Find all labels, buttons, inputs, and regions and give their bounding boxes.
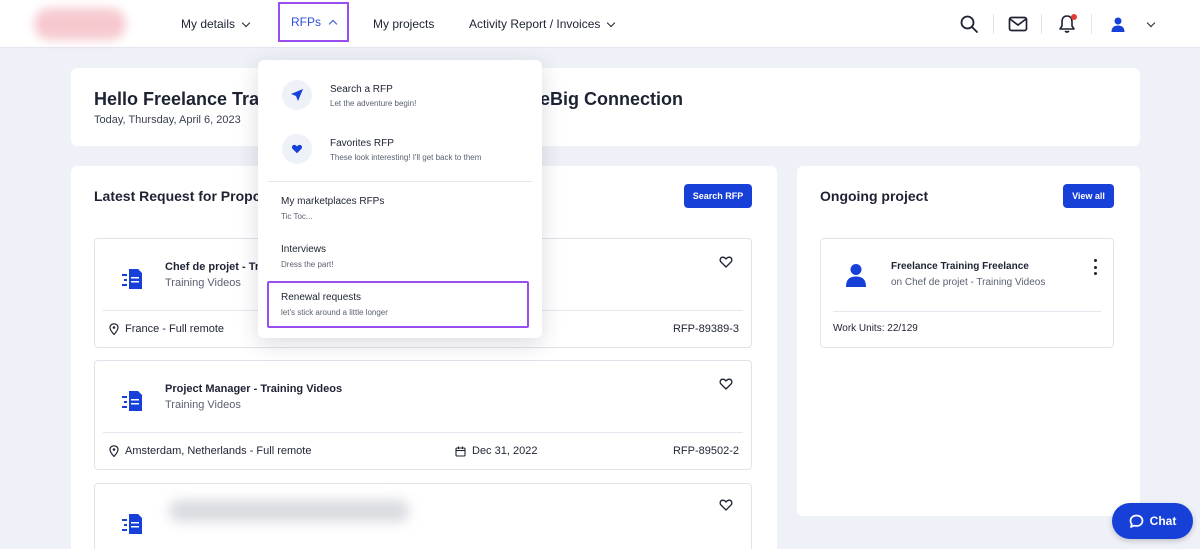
nav-activity-report-label: Activity Report / Invoices <box>469 17 601 31</box>
divider <box>1041 14 1042 34</box>
redacted-title <box>169 500 409 522</box>
welcome-date: Today, Thursday, April 6, 2023 <box>94 114 241 126</box>
dropdown-item-subtitle: Let the adventure begin! <box>330 99 417 108</box>
rfp-list-item[interactable] <box>94 483 752 549</box>
divider <box>1091 14 1092 34</box>
rfp-location: Amsterdam, Netherlands - Full remote <box>109 445 311 457</box>
chat-button[interactable]: Chat <box>1112 503 1193 539</box>
latest-rfp-title: Latest Request for Propo <box>94 188 262 204</box>
rfp-location-label: Amsterdam, Netherlands - Full remote <box>125 445 312 457</box>
rfp-reference: RFP-89502-2 <box>672 445 739 457</box>
nav-rfps[interactable]: RFPs <box>278 2 349 42</box>
rfp-location-label: France - Full remote <box>125 323 225 335</box>
dropdown-item-title: Interviews <box>281 244 327 255</box>
ongoing-project-card[interactable]: Freelance Training Freelance on Chef de … <box>820 238 1114 348</box>
rfp-reference: RFP-89389-3 <box>672 323 739 335</box>
project-title[interactable]: Freelance Training Freelance <box>891 261 1029 272</box>
dropdown-item-subtitle: Dress the part! <box>281 260 334 269</box>
user-menu[interactable] <box>1110 12 1156 36</box>
send-icon <box>282 80 312 110</box>
nav-my-details-label: My details <box>181 17 236 31</box>
heart-icon <box>282 134 312 164</box>
divider <box>268 181 532 182</box>
rfp-date-label: Dec 31, 2022 <box>472 445 538 457</box>
dropdown-item-subtitle: These look interesting! I'll get back to… <box>330 153 482 162</box>
chevron-down-icon <box>607 18 616 27</box>
bell-icon[interactable] <box>1055 12 1079 36</box>
rfp-subtitle: Training Videos <box>165 399 241 411</box>
document-icon <box>122 514 142 534</box>
welcome-title: Hello Freelance Tra <box>94 89 260 109</box>
rfp-location: France - Full remote <box>109 323 224 335</box>
rfp-date: Dec 31, 2022 <box>455 445 537 457</box>
view-all-button[interactable]: View all <box>1063 184 1114 208</box>
more-options-icon[interactable] <box>1091 259 1099 275</box>
heart-icon[interactable] <box>719 498 733 512</box>
chat-button-label: Chat <box>1149 514 1177 528</box>
calendar-icon <box>455 446 466 457</box>
nav-activity-report[interactable]: Activity Report / Invoices <box>469 0 616 48</box>
dropdown-item-marketplaces-rfps[interactable]: My marketplaces RFPs Tic Toc... <box>258 188 542 228</box>
dropdown-item-subtitle: Tic Toc... <box>281 212 313 221</box>
nav-my-projects-label: My projects <box>373 17 435 31</box>
user-icon <box>1111 17 1125 32</box>
dropdown-item-interviews[interactable]: Interviews Dress the part! <box>258 236 542 276</box>
divider <box>833 311 1101 312</box>
top-navigation-bar: My details RFPs My projects Activity Rep… <box>0 0 1200 48</box>
rfp-title[interactable]: Chef de projet - Tr <box>165 261 259 273</box>
location-pin-icon <box>109 445 119 457</box>
chat-bubble-icon <box>1129 514 1144 528</box>
divider <box>993 14 994 34</box>
ongoing-project-title: Ongoing project <box>820 188 929 204</box>
chevron-up-icon <box>328 19 338 28</box>
nav-my-projects[interactable]: My projects <box>373 0 434 48</box>
rfp-title[interactable]: Project Manager - Training Videos <box>165 383 342 395</box>
location-pin-icon <box>109 323 119 335</box>
dropdown-item-title: Favorites RFP <box>330 138 394 149</box>
document-icon <box>122 269 142 289</box>
nav-rfps-label: RFPs <box>291 15 321 29</box>
renewal-requests-highlight <box>267 281 529 328</box>
nav-my-details[interactable]: My details <box>181 0 251 48</box>
document-icon <box>122 391 142 411</box>
search-icon[interactable] <box>957 12 981 36</box>
chevron-down-icon <box>241 18 251 27</box>
dropdown-item-title: Search a RFP <box>330 84 393 95</box>
rfp-list-item[interactable]: Project Manager - Training Videos Traini… <box>94 360 752 470</box>
dropdown-item-search-rfp[interactable]: Search a RFP Let the adventure begin! <box>258 74 542 118</box>
user-icon <box>846 264 866 287</box>
dropdown-item-favorites-rfp[interactable]: Favorites RFP These look interesting! I'… <box>258 130 542 174</box>
search-rfp-button[interactable]: Search RFP <box>684 184 752 208</box>
heart-icon[interactable] <box>719 255 733 269</box>
heart-icon[interactable] <box>719 377 733 391</box>
dropdown-item-title: My marketplaces RFPs <box>281 196 385 207</box>
work-units: Work Units: 22/129 <box>833 323 918 334</box>
notification-dot <box>1071 14 1077 20</box>
divider <box>103 432 743 433</box>
company-logo[interactable] <box>34 8 126 40</box>
welcome-title-end: eBig Connection <box>540 89 683 109</box>
mail-icon[interactable] <box>1006 12 1030 36</box>
chevron-down-icon <box>1146 18 1156 27</box>
project-subtitle: on Chef de projet - Training Videos <box>891 277 1046 288</box>
rfp-subtitle: Training Videos <box>165 277 241 289</box>
